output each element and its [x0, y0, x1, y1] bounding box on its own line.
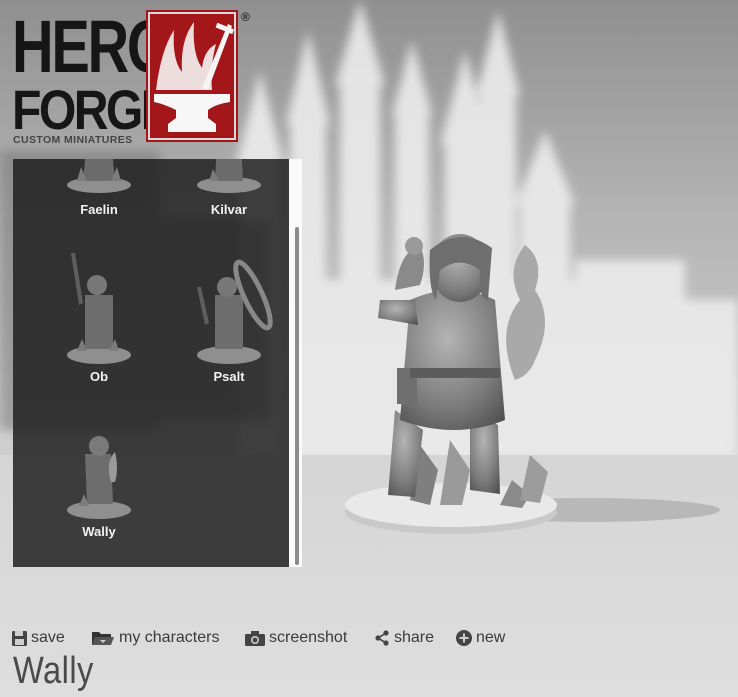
anvil-sword-emblem-icon	[146, 10, 238, 142]
screenshot-button[interactable]: screenshot	[245, 627, 347, 649]
save-label: save	[31, 629, 65, 646]
character-name: Faelin	[80, 202, 118, 217]
scrollbar-thumb[interactable]	[295, 227, 299, 565]
save-button[interactable]: save	[12, 627, 65, 649]
logo-tagline: CUSTOM MINIATURES	[13, 134, 133, 146]
character-name: Kilvar	[210, 202, 248, 217]
character-card-ob[interactable]: Ob	[39, 247, 159, 397]
miniature-thumbnail	[67, 159, 131, 193]
character-title: Wally	[13, 650, 94, 692]
hero-forge-logo[interactable]: HERO FORGE CUSTOM MINIATURES ®	[12, 8, 252, 148]
share-icon	[374, 630, 390, 646]
character-card-kilvar[interactable]: Kilvar	[169, 159, 289, 219]
folder-icon	[91, 630, 115, 646]
miniature-thumbnail	[67, 253, 131, 364]
new-label: new	[476, 629, 506, 646]
miniature-thumbnail	[197, 159, 261, 193]
floppy-disk-icon	[12, 630, 27, 646]
camera-icon	[245, 630, 265, 646]
character-card-psalt[interactable]: Psalt	[169, 247, 289, 397]
character-name: Wally	[82, 524, 116, 539]
my-characters-button[interactable]: my characters	[91, 627, 219, 649]
miniature-thumbnail	[67, 436, 131, 519]
miniature-thumbnail	[197, 259, 273, 364]
character-card-wally[interactable]: Wally	[39, 402, 159, 552]
share-button[interactable]: share	[374, 627, 434, 649]
new-button[interactable]: new	[456, 627, 505, 649]
my-characters-label: my characters	[119, 629, 220, 646]
character-name: Psalt	[213, 369, 245, 384]
share-label: share	[394, 629, 435, 646]
registered-mark: ®	[241, 10, 250, 24]
plus-circle-icon	[456, 630, 472, 646]
character-name: Ob	[89, 369, 109, 384]
my-characters-panel[interactable]: Faelin Kilvar Ob Psalt Wally	[13, 159, 302, 567]
character-card-faelin[interactable]: Faelin	[39, 159, 159, 219]
panel-scrollbar[interactable]	[289, 159, 302, 567]
screenshot-label: screenshot	[269, 629, 348, 646]
